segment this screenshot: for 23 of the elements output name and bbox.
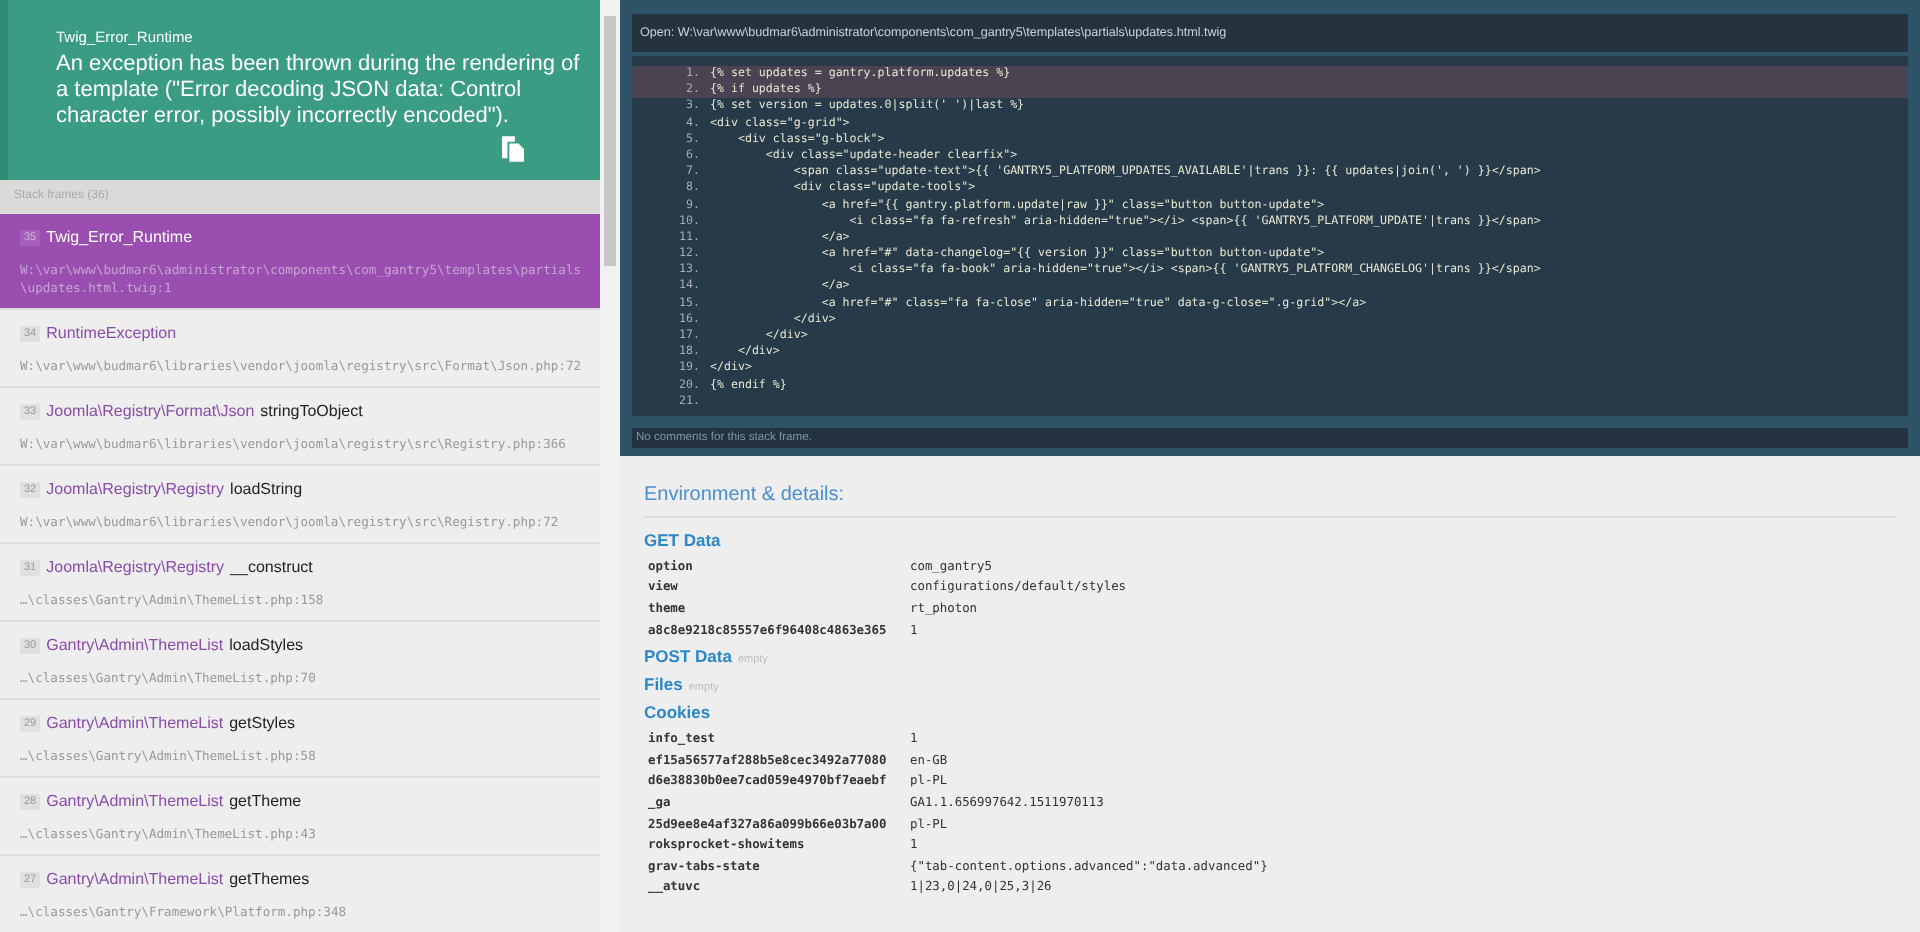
frame-class: Gantry\Admin\ThemeList: [46, 714, 224, 732]
section-title: Files: [644, 674, 683, 695]
frame-class: Gantry\Admin\ThemeList: [46, 792, 224, 810]
exception-message: An exception has been thrown during the rendering of a template ("Error decoding JSON data: Control character error, possibly incorrectly encoded").: [56, 52, 582, 130]
frame-class: Gantry\Admin\ThemeList: [46, 636, 224, 654]
frame-function: getStyles: [229, 714, 296, 732]
frame-class: Joomla\Registry\Registry: [46, 480, 225, 498]
frame-function: stringToObject: [260, 402, 363, 420]
frame-function: loadStyles: [229, 636, 304, 654]
details-title: Environment & details:: [644, 483, 1896, 518]
section-title: GET Data: [644, 529, 721, 550]
copy-icon[interactable]: [502, 136, 524, 162]
frame-function: __construct: [230, 558, 313, 576]
section-title: POST Data: [644, 646, 732, 667]
frame-class: Gantry\Admin\ThemeList: [46, 870, 224, 888]
frame-class: Twig_Error_Runtime: [46, 228, 193, 246]
frame-function: getTheme: [229, 792, 302, 810]
frame-class: Joomla\Registry\Format\Json: [46, 402, 255, 420]
section-title: Cookies: [644, 702, 711, 723]
frame-function: loadString: [230, 480, 303, 498]
frame-class: RuntimeException: [46, 324, 177, 342]
frame-class: Joomla\Registry\Registry: [46, 558, 225, 576]
frame-function: getThemes: [229, 870, 310, 888]
